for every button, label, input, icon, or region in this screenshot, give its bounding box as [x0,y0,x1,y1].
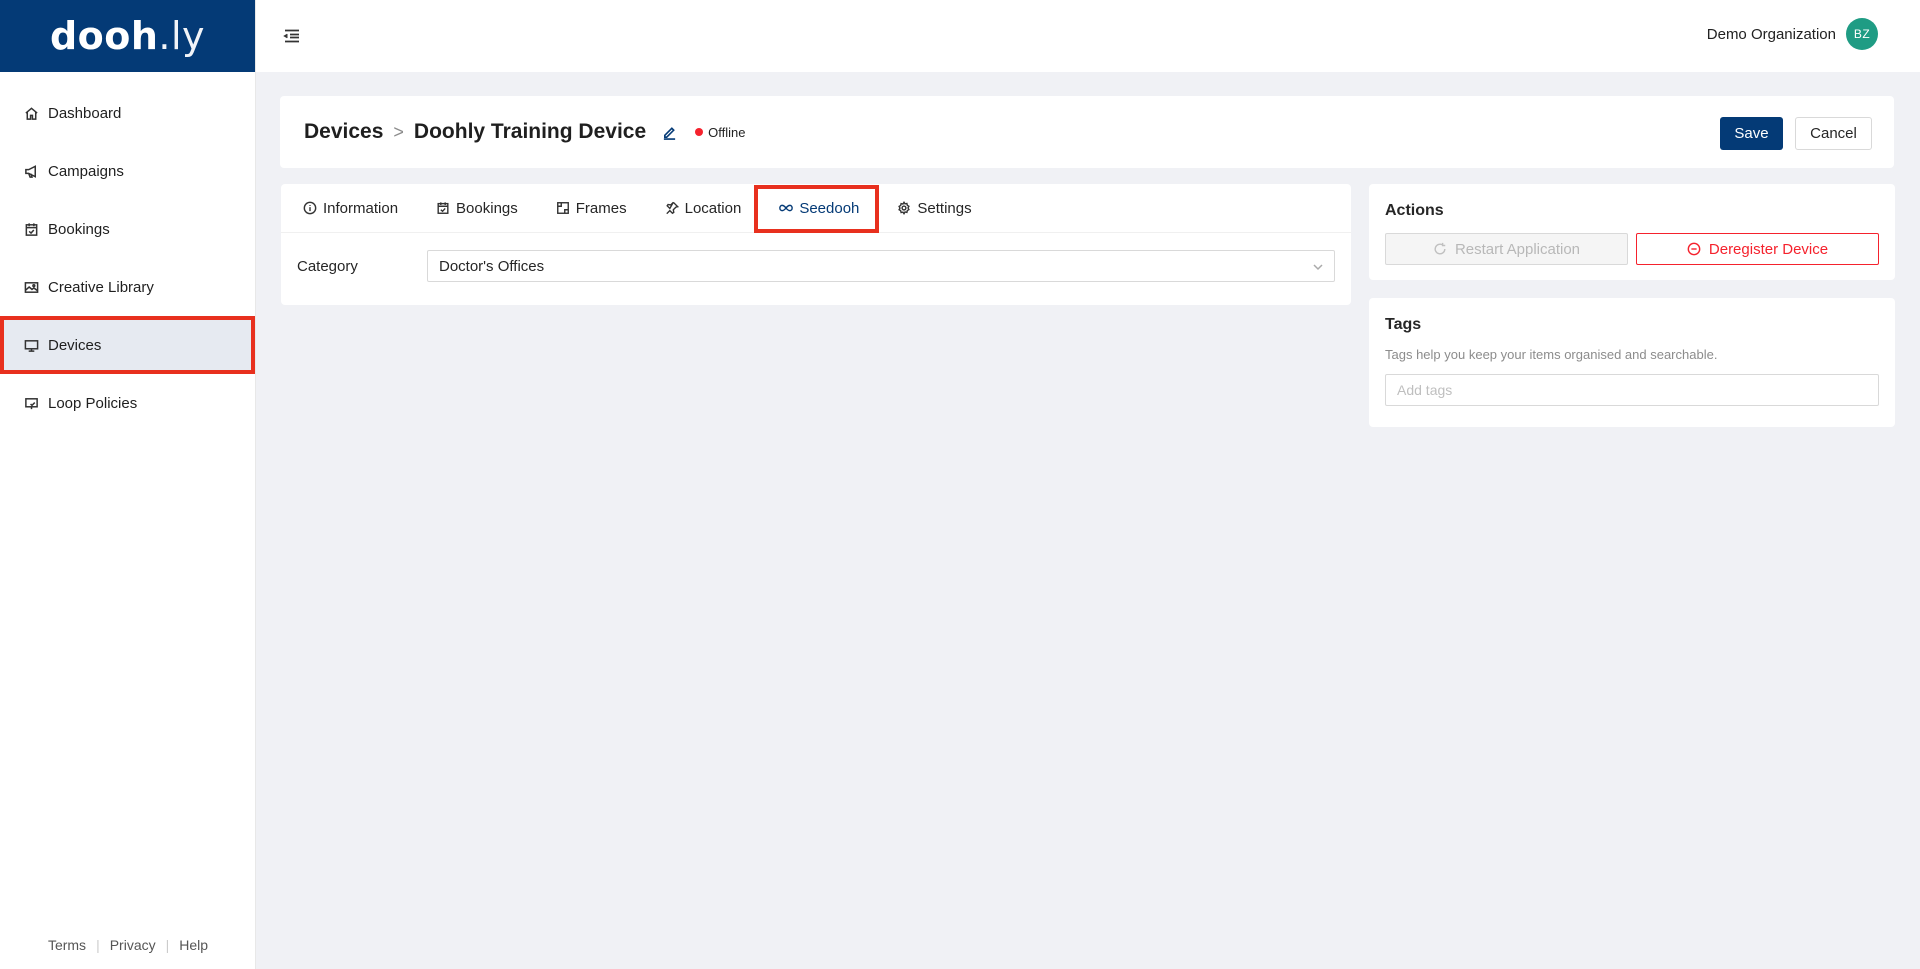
breadcrumb-separator: > [393,121,404,142]
tab-seedooh[interactable]: Seedooh [754,184,880,233]
tab-bookings[interactable]: Bookings [436,184,518,233]
category-select[interactable]: Doctor's Offices [427,250,1335,282]
breadcrumb-devices[interactable]: Devices [304,120,383,144]
sidebar-item-loop-policies[interactable]: Loop Policies [0,374,255,432]
sidebar-item-bookings[interactable]: Bookings [0,200,255,258]
status-dot [695,128,704,136]
actions-title: Actions [1385,202,1444,219]
sidebar-item-creative-library[interactable]: Creative Library [0,258,255,316]
info-circle-icon [303,201,317,215]
restart-label: Restart Application [1454,240,1581,258]
avatar[interactable]: BZ [1846,18,1878,50]
megaphone-icon [24,164,39,179]
sidebar-item-label: Devices [48,336,102,354]
minus-circle-icon [1687,242,1701,256]
save-button[interactable]: Save [1720,117,1783,150]
tab-settings[interactable]: Settings [897,184,972,233]
privacy-link[interactable]: Privacy [100,937,166,953]
menu-fold-icon[interactable] [283,27,301,45]
cancel-button[interactable]: Cancel [1795,117,1872,150]
status-badge: Offline [695,124,746,140]
monitor-icon [24,338,39,353]
tab-location[interactable]: Location [665,184,742,233]
sidebar-item-dashboard[interactable]: Dashboard [0,84,255,142]
tab-label: Location [684,199,742,217]
org-name: Demo Organization [1706,25,1836,43]
sidebar-item-campaigns[interactable]: Campaigns [0,142,255,200]
tags-title: Tags [1385,316,1422,333]
sidebar-item-label: Loop Policies [48,394,138,412]
category-row: Category Doctor's Offices [281,233,1351,299]
sidebar-nav: Dashboard Campaigns Bookings Creative Li… [0,84,255,432]
home-icon [24,106,39,121]
sidebar-item-label: Bookings [48,220,110,238]
logo-part1: dooh [49,14,159,58]
status-text: Offline [708,124,746,140]
sidebar-footer: Terms | Privacy | Help [0,937,256,953]
edit-icon[interactable] [662,125,677,140]
tab-label: Bookings [456,199,518,217]
page-title: Doohly Training Device [413,120,647,143]
tab-information[interactable]: Information [303,184,398,233]
terms-link[interactable]: Terms [38,937,96,953]
tab-label: Settings [917,199,972,217]
chevron-down-icon [1312,260,1324,272]
tab-label: Frames [575,199,627,217]
image-icon [24,280,39,295]
category-label: Category [297,257,358,275]
actions-buttons: Restart Application Deregister Device [1385,233,1879,265]
pin-icon [665,201,679,215]
tab-label: Seedooh [799,199,860,217]
frame-icon [556,201,570,215]
tab-bar: Information Bookings Frames Location See… [281,184,1351,233]
sidebar-item-label: Dashboard [48,104,122,122]
help-link[interactable]: Help [169,937,218,953]
infinity-icon [779,201,794,215]
tags-card: Tags Tags help you keep your items organ… [1369,298,1895,427]
sidebar-item-label: Creative Library [48,278,154,296]
logo-dot: . [158,14,171,58]
reload-icon [1433,242,1447,256]
tags-input[interactable] [1385,374,1879,406]
sidebar: dooh.ly Dashboard Campaigns Bookings Cre… [0,0,256,969]
tab-frames[interactable]: Frames [556,184,627,233]
calendar-check-icon [436,201,450,215]
actions-card: Actions Restart Application Deregister D… [1369,184,1895,280]
tab-label: Information [323,199,399,217]
page-header: Devices > Doohly Training Device Offline… [280,96,1894,168]
gear-icon [897,201,911,215]
brand-logo[interactable]: dooh.ly [0,0,255,72]
deregister-device-button[interactable]: Deregister Device [1636,233,1879,265]
loop-policy-icon [24,396,39,411]
category-value: Doctor's Offices [439,257,545,275]
device-tabs-card: Information Bookings Frames Location See… [281,184,1351,305]
top-header: Demo Organization BZ [256,0,1920,72]
sidebar-item-devices[interactable]: Devices [0,316,255,374]
sidebar-item-label: Campaigns [48,162,124,180]
deregister-label: Deregister Device [1708,240,1829,258]
calendar-check-icon [24,222,39,237]
page-actions: Save Cancel [1720,117,1872,150]
logo-part2: ly [171,14,206,58]
tags-help-text: Tags help you keep your items organised … [1385,347,1718,362]
restart-application-button[interactable]: Restart Application [1385,233,1628,265]
org-switcher[interactable]: Demo Organization BZ [1707,18,1878,50]
